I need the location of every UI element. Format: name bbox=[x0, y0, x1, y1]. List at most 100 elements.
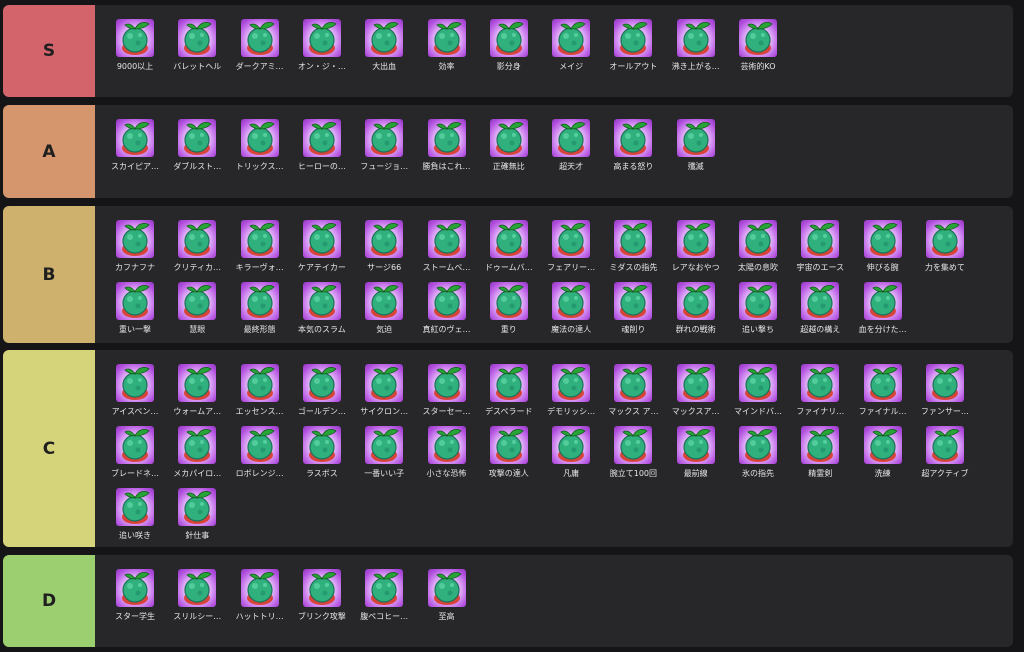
tier-item[interactable]: 効率 bbox=[419, 19, 475, 75]
tier-item[interactable]: マックス ア… bbox=[605, 364, 661, 420]
tier-label-c[interactable]: C bbox=[3, 350, 95, 547]
tier-item[interactable]: スター学生 bbox=[107, 569, 163, 625]
tier-item[interactable]: 大出血 bbox=[356, 19, 412, 75]
fruit-icon bbox=[427, 364, 466, 402]
tier-item[interactable]: 洗練 bbox=[855, 426, 911, 482]
tier-item[interactable]: ドゥームバ… bbox=[481, 220, 537, 276]
tier-item[interactable]: 芸術的KO bbox=[730, 19, 786, 75]
tier-item[interactable]: ロボレンジ… bbox=[232, 426, 288, 482]
tier-item[interactable]: 超アクティブ bbox=[917, 426, 973, 482]
tier-item[interactable]: ラスボス bbox=[294, 426, 350, 482]
fruit-icon bbox=[427, 569, 466, 607]
tier-item[interactable]: 腹ペコヒー… bbox=[356, 569, 412, 625]
tier-item[interactable]: デスペラード bbox=[481, 364, 537, 420]
tier-item[interactable]: ケアテイカー bbox=[294, 220, 350, 276]
tier-item[interactable]: 慧眼 bbox=[169, 282, 225, 338]
tier-item[interactable]: ダブルスト… bbox=[169, 119, 225, 175]
tier-item[interactable]: フュージョ… bbox=[356, 119, 412, 175]
tier-item[interactable]: ゴールデン… bbox=[294, 364, 350, 420]
tier-item[interactable]: フェアリー… bbox=[543, 220, 599, 276]
tier-item[interactable]: クリティカ… bbox=[169, 220, 225, 276]
tier-item[interactable]: 最終形態 bbox=[232, 282, 288, 338]
tier-item[interactable]: 9000以上 bbox=[107, 19, 163, 75]
tier-item[interactable]: 勝負はこれ… bbox=[419, 119, 475, 175]
tier-item[interactable]: カフナフナ bbox=[107, 220, 163, 276]
tier-item[interactable]: ブリンク攻撃 bbox=[294, 569, 350, 625]
tier-item-label: 追い咲き bbox=[119, 531, 151, 540]
tier-item-label: 群れの戦術 bbox=[675, 325, 716, 334]
tier-label-b[interactable]: B bbox=[3, 206, 95, 343]
tier-item[interactable]: 重り bbox=[481, 282, 537, 338]
tier-item[interactable]: 氷の指先 bbox=[730, 426, 786, 482]
fruit-icon bbox=[863, 426, 902, 464]
tier-item[interactable]: レアなおやつ bbox=[668, 220, 724, 276]
fruit-icon bbox=[427, 426, 466, 464]
tier-item[interactable]: 魔法の達人 bbox=[543, 282, 599, 338]
tier-item[interactable]: ヒーローの… bbox=[294, 119, 350, 175]
tier-item[interactable]: ファイナル… bbox=[855, 364, 911, 420]
tier-item[interactable]: サージ66 bbox=[356, 220, 412, 276]
tier-item[interactable]: ミダスの指先 bbox=[605, 220, 661, 276]
tier-item[interactable]: マインドバ… bbox=[730, 364, 786, 420]
tier-item[interactable]: 血を分けた… bbox=[855, 282, 911, 338]
tier-item[interactable]: オールアウト bbox=[605, 19, 661, 75]
tier-item-label: ゴールデン… bbox=[297, 407, 346, 416]
tier-item[interactable]: 高まる怒り bbox=[605, 119, 661, 175]
tier-item[interactable]: 超越の構え bbox=[792, 282, 848, 338]
tier-item[interactable]: 腕立て100回 bbox=[605, 426, 661, 482]
tier-item[interactable]: 最前線 bbox=[668, 426, 724, 482]
tier-item[interactable]: 小さな恐怖 bbox=[419, 426, 475, 482]
tier-item[interactable]: スカイピア… bbox=[107, 119, 163, 175]
tier-item[interactable]: バレットヘル bbox=[169, 19, 225, 75]
tier-item[interactable]: ファンサー… bbox=[917, 364, 973, 420]
tier-item[interactable]: 一番いい子 bbox=[356, 426, 412, 482]
tier-item[interactable]: マックスア… bbox=[668, 364, 724, 420]
tier-item-label: 精霊剣 bbox=[808, 469, 833, 478]
tier-item[interactable]: 影分身 bbox=[481, 19, 537, 75]
tier-item[interactable]: 重い一撃 bbox=[107, 282, 163, 338]
tier-item[interactable]: 追い咲き bbox=[107, 488, 163, 544]
tier-item[interactable]: キラーヴォ… bbox=[232, 220, 288, 276]
tier-item[interactable]: ウォームア… bbox=[169, 364, 225, 420]
tier-item[interactable]: ストームベ… bbox=[419, 220, 475, 276]
tier-item[interactable]: ファイナリ… bbox=[792, 364, 848, 420]
tier-item[interactable]: アイスベン… bbox=[107, 364, 163, 420]
tier-item[interactable]: ダークアミ… bbox=[232, 19, 288, 75]
tier-item[interactable]: 群れの戦術 bbox=[668, 282, 724, 338]
tier-item[interactable]: スリルシー… bbox=[169, 569, 225, 625]
tier-item[interactable]: 太陽の息吹 bbox=[730, 220, 786, 276]
tier-item[interactable]: エッセンス… bbox=[232, 364, 288, 420]
tier-item[interactable]: オン・ジ・… bbox=[294, 19, 350, 75]
tier-item[interactable]: 力を集めて bbox=[917, 220, 973, 276]
tier-label-a[interactable]: A bbox=[3, 105, 95, 198]
tier-item[interactable]: 殲滅 bbox=[668, 119, 724, 175]
tier-item[interactable]: 宇宙のエース bbox=[792, 220, 848, 276]
tier-item[interactable]: サイクロン… bbox=[356, 364, 412, 420]
tier-item[interactable]: 精霊剣 bbox=[792, 426, 848, 482]
tier-item[interactable]: 追い撃ち bbox=[730, 282, 786, 338]
tier-item[interactable]: スターセー… bbox=[419, 364, 475, 420]
tier-item[interactable]: 真紅のヴェ… bbox=[419, 282, 475, 338]
tier-item[interactable]: 沸き上がる… bbox=[668, 19, 724, 75]
tier-item[interactable]: ハットトリ… bbox=[232, 569, 288, 625]
tier-item[interactable]: トリックス… bbox=[232, 119, 288, 175]
tier-item[interactable]: デモリッシ… bbox=[543, 364, 599, 420]
tier-item[interactable]: 超天才 bbox=[543, 119, 599, 175]
tier-item-label: キラーヴォ… bbox=[235, 263, 284, 272]
tier-item-label: ドゥームバ… bbox=[484, 263, 533, 272]
tier-item[interactable]: 凡庸 bbox=[543, 426, 599, 482]
tier-label-s[interactable]: S bbox=[3, 5, 95, 97]
tier-item-label: 正確無比 bbox=[492, 162, 525, 171]
tier-item[interactable]: ブレードネ… bbox=[107, 426, 163, 482]
tier-item[interactable]: 魂削り bbox=[605, 282, 661, 338]
tier-item[interactable]: 正確無比 bbox=[481, 119, 537, 175]
tier-item[interactable]: 伸びる腕 bbox=[855, 220, 911, 276]
tier-label-d[interactable]: D bbox=[3, 555, 95, 647]
tier-item[interactable]: メイジ bbox=[543, 19, 599, 75]
tier-item[interactable]: 針仕事 bbox=[169, 488, 225, 544]
tier-item[interactable]: 気迫 bbox=[356, 282, 412, 338]
tier-item[interactable]: 本気のスラム bbox=[294, 282, 350, 338]
tier-item[interactable]: 至高 bbox=[419, 569, 475, 625]
tier-item[interactable]: メカパイロ… bbox=[169, 426, 225, 482]
tier-item[interactable]: 攻撃の達人 bbox=[481, 426, 537, 482]
